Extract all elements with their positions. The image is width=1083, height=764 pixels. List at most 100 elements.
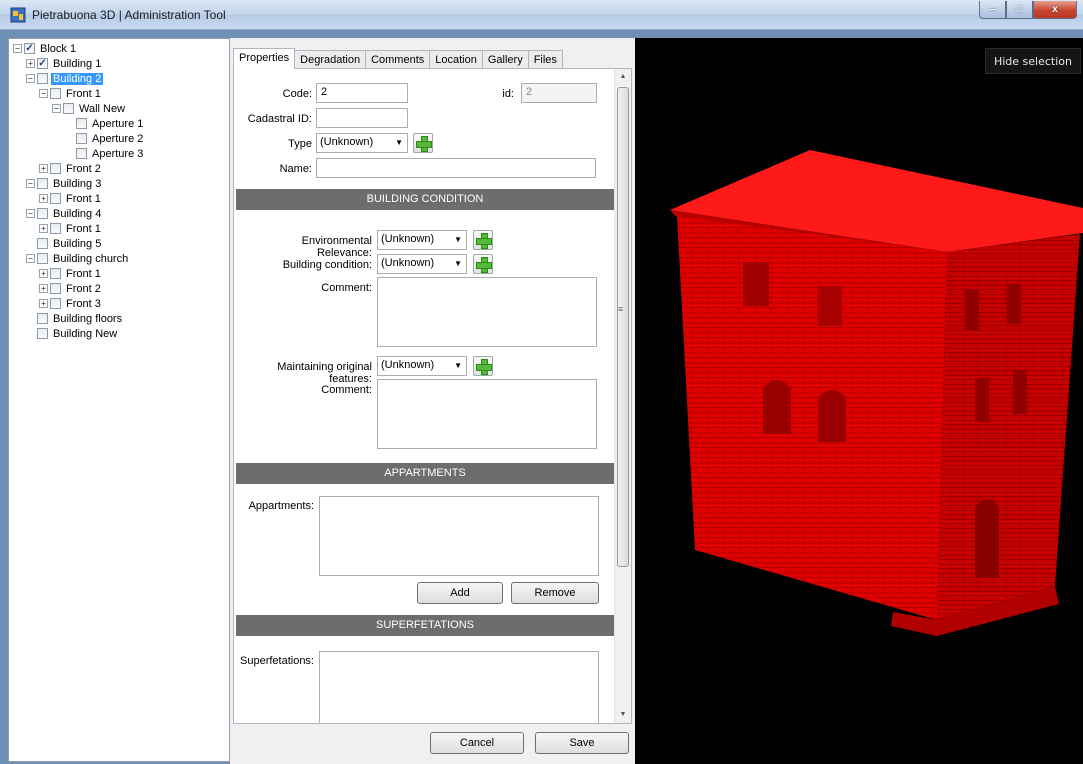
maintaining-features-comment-field[interactable]: [377, 379, 597, 449]
tree-item-label[interactable]: Building church: [51, 253, 130, 265]
name-field[interactable]: [316, 158, 596, 178]
add-type-button[interactable]: [413, 133, 433, 153]
appartments-list[interactable]: [319, 496, 599, 576]
expand-icon[interactable]: +: [39, 269, 48, 278]
tree-item[interactable]: Aperture 1: [65, 117, 145, 130]
tree-item-label[interactable]: Block 1: [38, 43, 78, 55]
tree-item-checkbox[interactable]: [50, 223, 61, 234]
tab-comments[interactable]: Comments: [365, 50, 431, 68]
tree-item-label[interactable]: Front 1: [64, 88, 103, 100]
tab-degradation[interactable]: Degradation: [294, 50, 367, 68]
tree-item-label[interactable]: Building 5: [51, 238, 103, 250]
tree-item[interactable]: Aperture 2: [65, 132, 145, 145]
tree-item[interactable]: − Building 3: [26, 177, 103, 190]
maximize-button[interactable]: □: [1006, 1, 1033, 19]
tree-item[interactable]: + Front 1: [39, 267, 103, 280]
tree-item-label[interactable]: Front 3: [64, 298, 103, 310]
form-scrollbar[interactable]: ▲ ≡ ▼: [614, 69, 631, 723]
tab-gallery[interactable]: Gallery: [481, 50, 529, 68]
tree-item-label[interactable]: Building New: [51, 328, 119, 340]
add-environmental-relevance-button[interactable]: [473, 230, 493, 250]
add-maintaining-features-button[interactable]: [473, 356, 493, 376]
tree-item-label[interactable]: Front 2: [64, 283, 103, 295]
tree-item[interactable]: Aperture 3: [65, 147, 145, 160]
tree-item[interactable]: + Front 1: [39, 222, 103, 235]
tree-item[interactable]: Building 5: [26, 237, 103, 250]
tree-item-label[interactable]: Aperture 3: [90, 148, 145, 160]
building-tree[interactable]: − ✓ Block 1 + ✓ Building 1− Building 2− Front 1…: [8, 38, 230, 762]
collapse-icon[interactable]: −: [39, 89, 48, 98]
collapse-icon[interactable]: −: [26, 74, 35, 83]
expand-icon[interactable]: +: [26, 59, 35, 68]
expand-icon[interactable]: +: [39, 194, 48, 203]
tree-item[interactable]: − Building church: [26, 252, 130, 265]
collapse-icon[interactable]: −: [26, 179, 35, 188]
tree-item-checkbox[interactable]: [37, 73, 48, 84]
tree-item-checkbox[interactable]: [76, 118, 87, 129]
tree-item[interactable]: − ✓ Block 1: [13, 42, 78, 55]
scrollbar-thumb[interactable]: [617, 87, 629, 567]
tree-item-label[interactable]: Aperture 1: [90, 118, 145, 130]
tree-item-label[interactable]: Building floors: [51, 313, 124, 325]
tree-item-checkbox[interactable]: [50, 268, 61, 279]
type-select[interactable]: (Unknown) ▼: [316, 133, 408, 153]
tree-item[interactable]: + ✓ Building 1: [26, 57, 103, 70]
tree-item-checkbox[interactable]: [37, 238, 48, 249]
tree-item[interactable]: − Front 1: [39, 87, 103, 100]
tree-item[interactable]: + Front 3: [39, 297, 103, 310]
expand-icon[interactable]: +: [39, 164, 48, 173]
tree-item-label[interactable]: Wall New: [77, 103, 127, 115]
tab-files[interactable]: Files: [527, 50, 563, 68]
remove-button[interactable]: Remove: [511, 582, 599, 604]
expand-icon[interactable]: +: [39, 299, 48, 308]
tree-item[interactable]: + Front 2: [39, 282, 103, 295]
tree-item[interactable]: Building floors: [26, 312, 124, 325]
tree-item-checkbox[interactable]: [50, 163, 61, 174]
tree-item-checkbox[interactable]: [50, 283, 61, 294]
collapse-icon[interactable]: −: [13, 44, 22, 53]
tree-item-checkbox[interactable]: [37, 328, 48, 339]
tree-item-checkbox[interactable]: [37, 178, 48, 189]
tree-item-checkbox[interactable]: [76, 133, 87, 144]
building-condition-select[interactable]: (Unknown) ▼: [377, 254, 467, 274]
tree-item-label[interactable]: Aperture 2: [90, 133, 145, 145]
tree-item[interactable]: + Front 2: [39, 162, 103, 175]
tab-location[interactable]: Location: [429, 50, 483, 68]
tree-item-checkbox[interactable]: ✓: [37, 58, 48, 69]
collapse-icon[interactable]: −: [26, 254, 35, 263]
environmental-relevance-select[interactable]: (Unknown) ▼: [377, 230, 467, 250]
tree-item-checkbox[interactable]: [76, 148, 87, 159]
tree-item-checkbox[interactable]: [63, 103, 74, 114]
tree-item-label[interactable]: Building 3: [51, 178, 103, 190]
tree-item-checkbox[interactable]: [50, 298, 61, 309]
maintaining-features-select[interactable]: (Unknown) ▼: [377, 356, 467, 376]
tree-item-label[interactable]: Front 1: [64, 223, 103, 235]
minimize-button[interactable]: –: [979, 1, 1006, 19]
tree-item-checkbox[interactable]: [37, 208, 48, 219]
expand-icon[interactable]: +: [39, 284, 48, 293]
cadastral-id-field[interactable]: [316, 108, 408, 128]
collapse-icon[interactable]: −: [26, 209, 35, 218]
code-field[interactable]: 2: [316, 83, 408, 103]
tree-item-checkbox[interactable]: ✓: [24, 43, 35, 54]
tree-item[interactable]: + Front 1: [39, 192, 103, 205]
tree-item-checkbox[interactable]: [50, 193, 61, 204]
add-button[interactable]: Add: [417, 582, 503, 604]
tree-item[interactable]: Building New: [26, 327, 119, 340]
3d-viewport[interactable]: Hide selection: [635, 38, 1083, 764]
tree-item-label[interactable]: Building 4: [51, 208, 103, 220]
tree-item[interactable]: − Wall New: [52, 102, 127, 115]
tree-item[interactable]: − Building 4: [26, 207, 103, 220]
tree-item-checkbox[interactable]: [37, 253, 48, 264]
tree-item-checkbox[interactable]: [37, 313, 48, 324]
hide-selection-button[interactable]: Hide selection: [984, 48, 1081, 74]
tree-item[interactable]: − Building 2: [26, 72, 104, 85]
scroll-up-icon[interactable]: ▲: [615, 69, 631, 85]
collapse-icon[interactable]: −: [52, 104, 61, 113]
add-building-condition-button[interactable]: [473, 254, 493, 274]
tab-properties[interactable]: Properties: [233, 48, 296, 69]
cancel-button[interactable]: Cancel: [430, 732, 524, 754]
scroll-down-icon[interactable]: ▼: [615, 707, 631, 723]
tree-item-checkbox[interactable]: [50, 88, 61, 99]
tree-item-label[interactable]: Front 2: [64, 163, 103, 175]
